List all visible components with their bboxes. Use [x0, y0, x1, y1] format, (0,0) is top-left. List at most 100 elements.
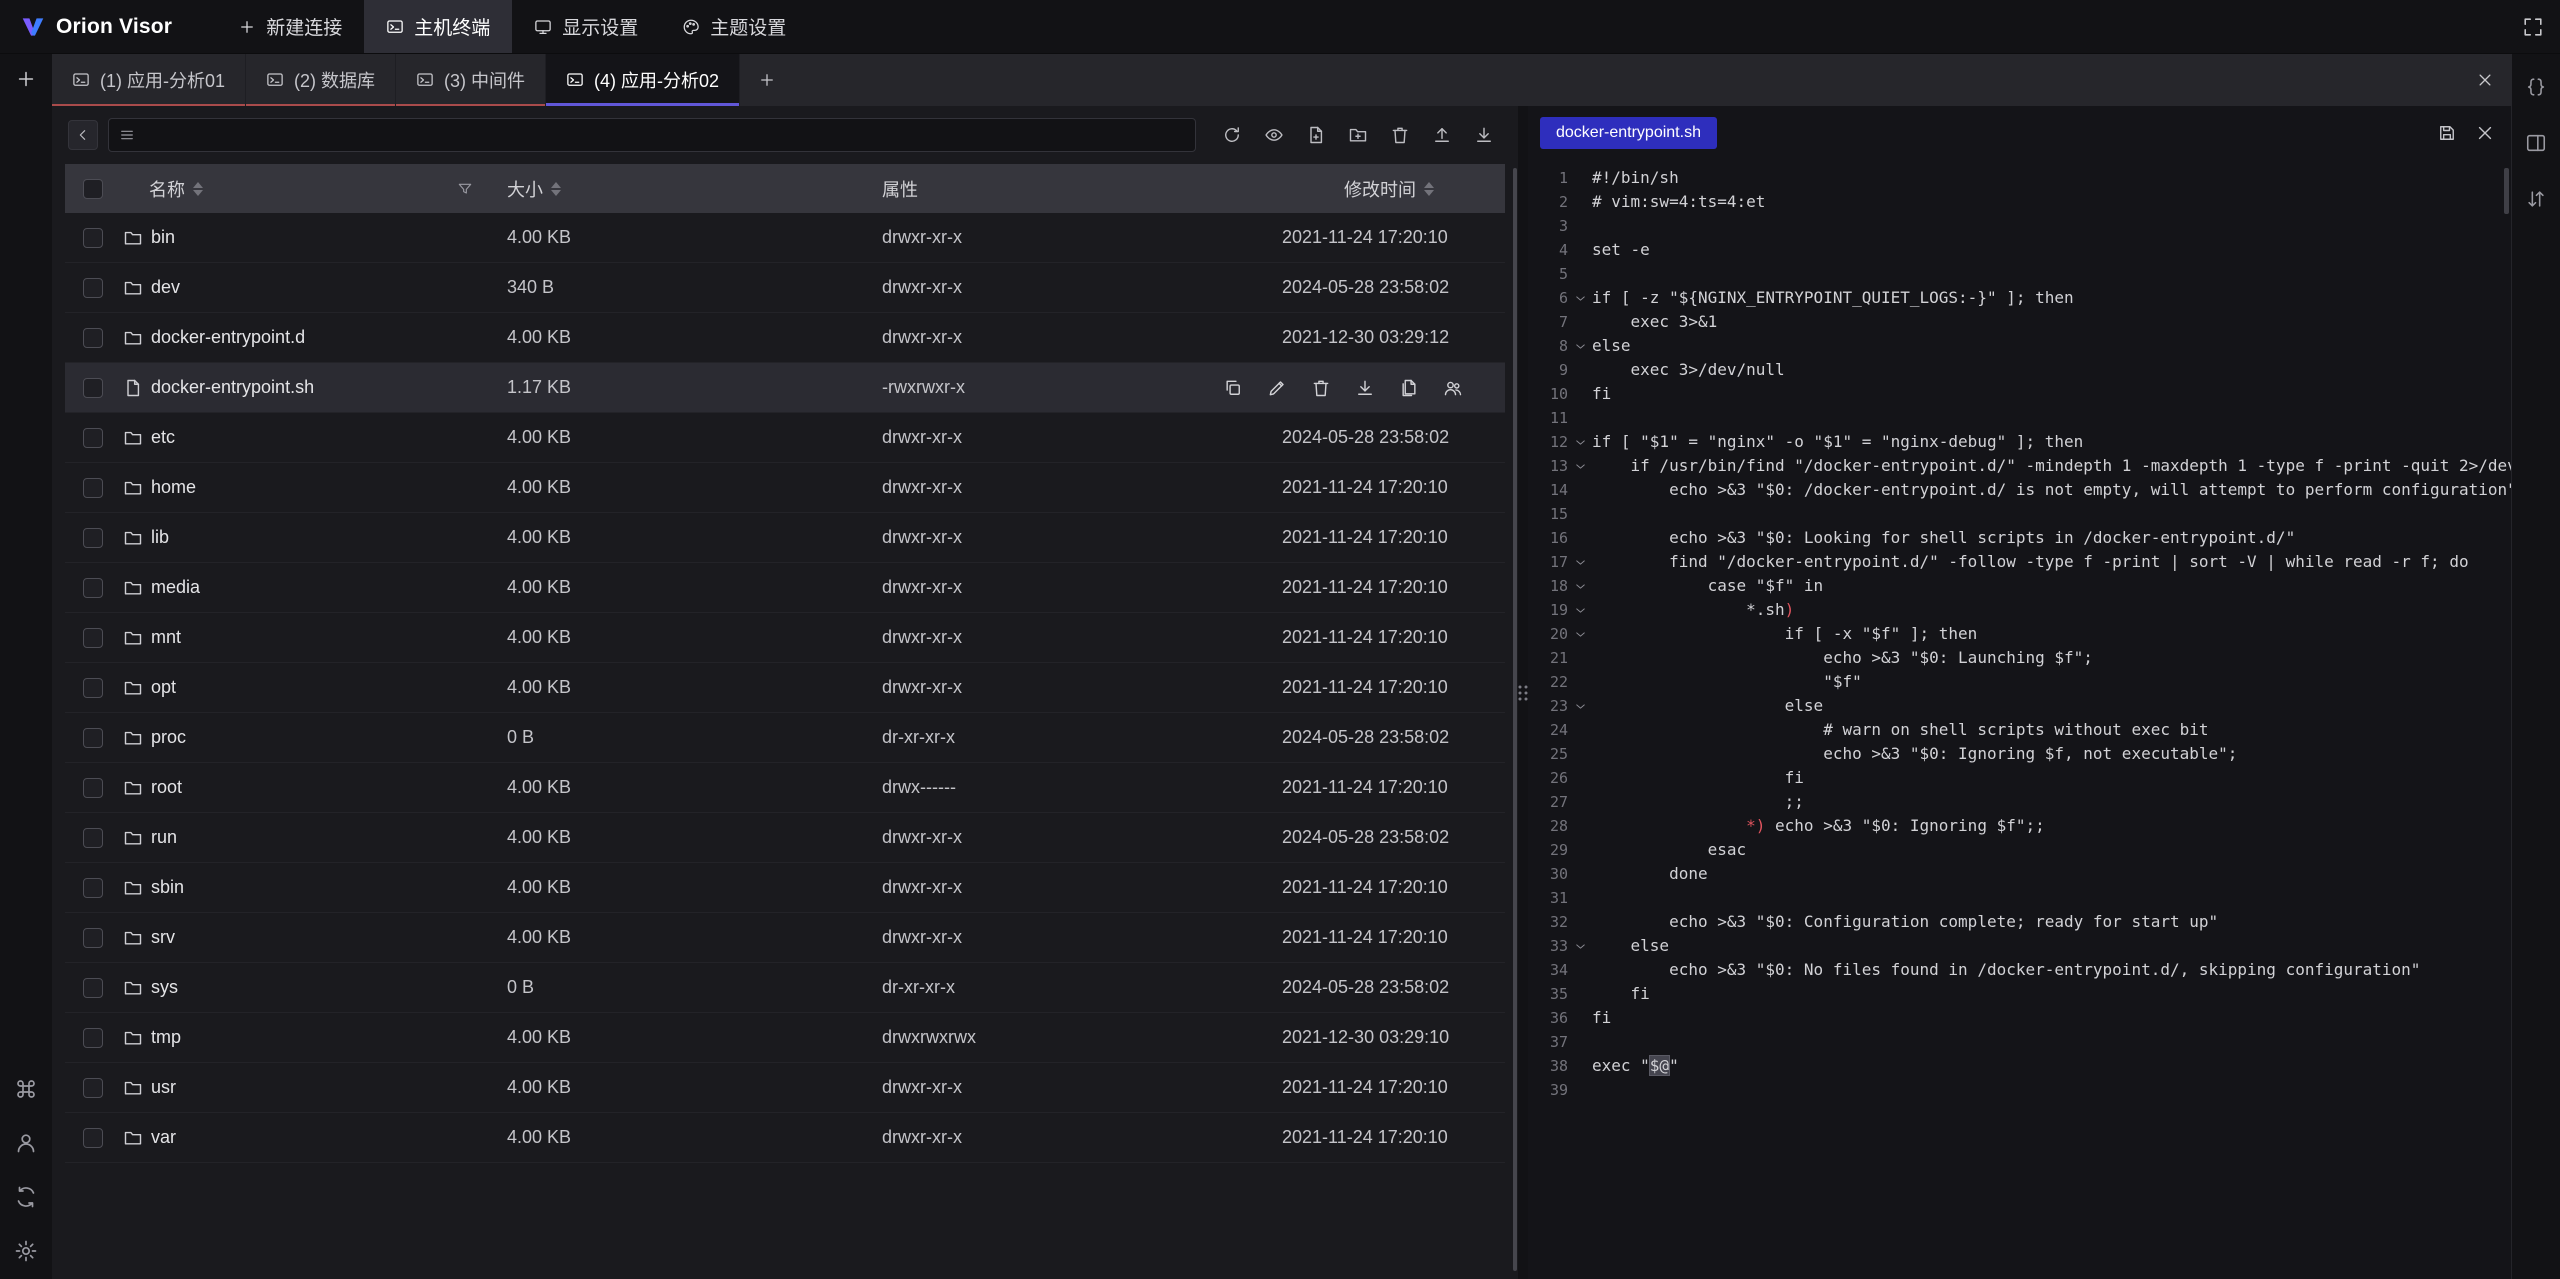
fold-chevron-icon[interactable] — [1568, 286, 1592, 310]
row-checkbox[interactable] — [83, 578, 103, 598]
table-row[interactable]: srv4.00 KBdrwxr-xr-x2021-11-24 17:20:10 — [65, 913, 1505, 963]
file-name[interactable]: etc — [151, 427, 175, 448]
table-row[interactable]: etc4.00 KBdrwxr-xr-x2024-05-28 23:58:02 — [65, 413, 1505, 463]
table-row[interactable]: run4.00 KBdrwxr-xr-x2024-05-28 23:58:02 — [65, 813, 1505, 863]
row-checkbox[interactable] — [83, 1028, 103, 1048]
sort-icon[interactable] — [551, 182, 561, 196]
panel-button[interactable] — [2525, 132, 2547, 154]
code-editor[interactable]: 1#!/bin/sh2# vim:sw=4:ts=4:et34set -e56i… — [1528, 160, 2511, 1279]
select-all-checkbox[interactable] — [83, 179, 103, 199]
file-name[interactable]: bin — [151, 227, 175, 248]
file-name[interactable]: media — [151, 577, 200, 598]
row-checkbox[interactable] — [83, 378, 103, 398]
row-checkbox[interactable] — [83, 228, 103, 248]
table-row[interactable]: media4.00 KBdrwxr-xr-x2021-11-24 17:20:1… — [65, 563, 1505, 613]
editor-close-button[interactable] — [2475, 123, 2495, 143]
gear-button[interactable] — [14, 1239, 38, 1263]
row-checkbox[interactable] — [83, 1078, 103, 1098]
trash-button[interactable] — [1311, 378, 1331, 398]
file-name[interactable]: usr — [151, 1077, 176, 1098]
file-name[interactable]: home — [151, 477, 196, 498]
fullscreen-icon[interactable] — [2522, 16, 2544, 38]
download-button[interactable] — [1355, 378, 1375, 398]
eye-button[interactable] — [1256, 118, 1292, 152]
table-row[interactable]: bin4.00 KBdrwxr-xr-x2021-11-24 17:20:10 — [65, 213, 1505, 263]
row-checkbox[interactable] — [83, 1128, 103, 1148]
fold-chevron-icon[interactable] — [1568, 574, 1592, 598]
table-row[interactable]: home4.00 KBdrwxr-xr-x2021-11-24 17:20:10 — [65, 463, 1505, 513]
file-name[interactable]: proc — [151, 727, 186, 748]
filter-icon[interactable] — [457, 181, 473, 197]
sync-button[interactable] — [14, 1185, 38, 1209]
terminal-tab-3[interactable]: (3) 中间件 — [396, 54, 546, 106]
column-header-mtime[interactable]: 修改时间 — [1344, 176, 1416, 202]
upload-button[interactable] — [1424, 118, 1460, 152]
copy-button[interactable] — [1223, 378, 1243, 398]
folder-add-button[interactable] — [1340, 118, 1376, 152]
sort-icon[interactable] — [1424, 182, 1434, 196]
table-row[interactable]: sbin4.00 KBdrwxr-xr-x2021-11-24 17:20:10 — [65, 863, 1505, 913]
row-checkbox[interactable] — [83, 478, 103, 498]
table-row[interactable]: proc0 Bdr-xr-xr-x2024-05-28 23:58:02 — [65, 713, 1505, 763]
path-list-icon[interactable] — [119, 127, 135, 143]
row-checkbox[interactable] — [83, 278, 103, 298]
column-header-size[interactable]: 大小 — [507, 176, 543, 202]
new-tab-plus-icon[interactable] — [15, 68, 37, 90]
row-checkbox[interactable] — [83, 928, 103, 948]
row-checkbox[interactable] — [83, 728, 103, 748]
file-name[interactable]: lib — [151, 527, 169, 548]
sort-icon[interactable] — [193, 182, 203, 196]
path-input[interactable] — [143, 126, 1185, 144]
editor-scrollbar[interactable] — [2504, 168, 2509, 214]
row-checkbox[interactable] — [83, 828, 103, 848]
file-name[interactable]: srv — [151, 927, 175, 948]
refresh-button[interactable] — [1214, 118, 1250, 152]
table-row[interactable]: docker-entrypoint.d4.00 KBdrwxr-xr-x2021… — [65, 313, 1505, 363]
file-name[interactable]: tmp — [151, 1027, 181, 1048]
table-row[interactable]: mnt4.00 KBdrwxr-xr-x2021-11-24 17:20:10 — [65, 613, 1505, 663]
permission-button[interactable] — [1443, 378, 1463, 398]
table-row[interactable]: tmp4.00 KBdrwxrwxrwx2021-12-30 03:29:10 — [65, 1013, 1505, 1063]
user-button[interactable] — [14, 1131, 38, 1155]
table-row[interactable]: root4.00 KBdrwx------2021-11-24 17:20:10 — [65, 763, 1505, 813]
row-checkbox[interactable] — [83, 328, 103, 348]
add-tab-button[interactable] — [740, 54, 794, 106]
fold-chevron-icon[interactable] — [1568, 454, 1592, 478]
file-panel-scrollbar[interactable] — [1513, 168, 1517, 1271]
menu-item-display-settings[interactable]: 显示设置 — [512, 0, 660, 53]
back-button[interactable] — [68, 120, 98, 150]
fold-chevron-icon[interactable] — [1568, 622, 1592, 646]
table-row[interactable]: lib4.00 KBdrwxr-xr-x2021-11-24 17:20:10 — [65, 513, 1505, 563]
menu-item-host-terminal[interactable]: 主机终端 — [364, 0, 512, 53]
file-name[interactable]: var — [151, 1127, 176, 1148]
fold-chevron-icon[interactable] — [1568, 934, 1592, 958]
row-checkbox[interactable] — [83, 878, 103, 898]
panel-splitter[interactable] — [1518, 106, 1528, 1279]
terminal-tab-1[interactable]: (1) 应用-分析01 — [52, 54, 246, 106]
column-header-attr[interactable]: 属性 — [882, 176, 918, 202]
save-button[interactable] — [2437, 123, 2457, 143]
column-header-name[interactable]: 名称 — [149, 176, 185, 202]
file-name[interactable]: run — [151, 827, 177, 848]
brand[interactable]: Orion Visor — [0, 14, 198, 40]
edit-button[interactable] — [1267, 378, 1287, 398]
file-name[interactable]: docker-entrypoint.sh — [151, 377, 314, 398]
braces-button[interactable] — [2525, 76, 2547, 98]
row-checkbox[interactable] — [83, 678, 103, 698]
file-name[interactable]: root — [151, 777, 182, 798]
menu-item-new-connection[interactable]: 新建连接 — [216, 0, 364, 53]
close-panel-icon[interactable] — [2476, 71, 2494, 89]
file-name[interactable]: mnt — [151, 627, 181, 648]
table-row[interactable]: opt4.00 KBdrwxr-xr-x2021-11-24 17:20:10 — [65, 663, 1505, 713]
menu-item-theme-settings[interactable]: 主题设置 — [660, 0, 808, 53]
table-row[interactable]: docker-entrypoint.sh1.17 KB-rwxrwxr-x — [65, 363, 1505, 413]
fold-chevron-icon[interactable] — [1568, 550, 1592, 574]
file-add-button[interactable] — [1298, 118, 1334, 152]
command-button[interactable] — [14, 1077, 38, 1101]
download-button[interactable] — [1466, 118, 1502, 152]
file-name[interactable]: sbin — [151, 877, 184, 898]
row-checkbox[interactable] — [83, 628, 103, 648]
file-name[interactable]: sys — [151, 977, 178, 998]
duplicate-button[interactable] — [1399, 378, 1419, 398]
table-row[interactable]: dev340 Bdrwxr-xr-x2024-05-28 23:58:02 — [65, 263, 1505, 313]
